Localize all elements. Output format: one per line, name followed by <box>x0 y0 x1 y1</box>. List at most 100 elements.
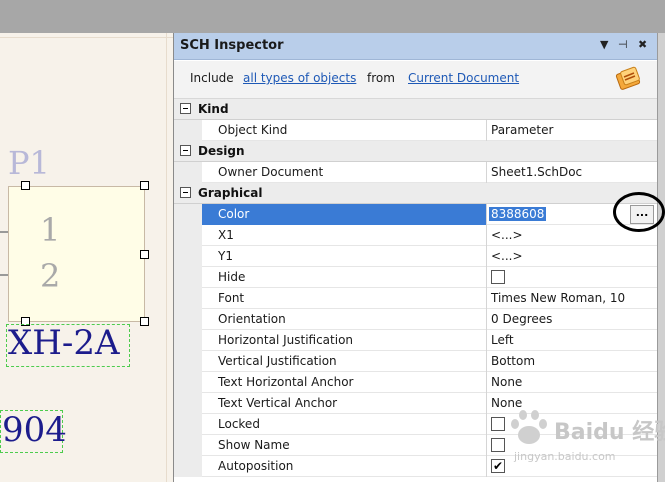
collapse-icon[interactable] <box>180 187 191 198</box>
collapse-icon[interactable] <box>180 103 191 114</box>
component-body[interactable] <box>8 186 145 322</box>
row-gutter <box>174 309 202 330</box>
property-name: Object Kind <box>218 123 288 137</box>
panel-menu-icon[interactable]: ▼ <box>600 38 608 51</box>
row-gutter <box>174 393 202 414</box>
property-name: Color <box>218 207 250 221</box>
property-name: Y1 <box>218 249 233 263</box>
property-row-orientation[interactable]: Orientation 0 Degrees <box>174 309 658 330</box>
collapse-icon[interactable] <box>180 145 191 156</box>
close-icon[interactable]: ✖ <box>638 38 647 51</box>
component-designator[interactable]: P1 <box>8 144 50 182</box>
pin-number: 1 <box>40 211 61 249</box>
annotation-circle <box>613 192 665 232</box>
selection-handle[interactable] <box>140 250 149 259</box>
column-divider <box>486 351 487 372</box>
paw-icon <box>511 410 547 444</box>
pin-stub <box>0 274 8 276</box>
property-row-vertical-justification[interactable]: Vertical Justification Bottom <box>174 351 658 372</box>
property-row-color[interactable]: Color 8388608 ... <box>174 204 658 225</box>
component-comment[interactable]: XH-2A <box>8 323 120 363</box>
property-name: Text Vertical Anchor <box>218 396 338 410</box>
grid-line <box>0 37 173 38</box>
property-value[interactable]: Times New Roman, 10 <box>491 291 625 305</box>
property-name: Orientation <box>218 312 286 326</box>
column-divider <box>486 246 487 267</box>
watermark: Baidu 经验 jingyan.baidu.com <box>506 408 665 468</box>
schematic-canvas[interactable]: P1 1 2 XH-2A 904 <box>0 33 173 482</box>
locked-checkbox[interactable] <box>491 417 505 431</box>
category-kind[interactable]: Kind <box>174 99 658 120</box>
property-row-font[interactable]: Font Times New Roman, 10 <box>174 288 658 309</box>
query-helper-icon[interactable] <box>615 65 643 93</box>
watermark-url: jingyan.baidu.com <box>514 450 616 463</box>
row-gutter <box>174 435 202 456</box>
row-gutter <box>174 162 202 183</box>
row-gutter <box>174 372 202 393</box>
property-name: Font <box>218 291 245 305</box>
selection-handle[interactable] <box>21 181 30 190</box>
column-divider <box>486 393 487 414</box>
show-name-checkbox[interactable] <box>491 438 505 452</box>
property-name: Vertical Justification <box>218 354 337 368</box>
watermark-text: Baidu 经验 <box>554 420 665 445</box>
from-label: from <box>367 71 395 85</box>
autoposition-checkbox[interactable]: ✔ <box>491 459 505 473</box>
row-gutter <box>174 204 202 225</box>
property-value[interactable]: 0 Degrees <box>491 312 552 326</box>
category-graphical[interactable]: Graphical <box>174 183 658 204</box>
footprint-text[interactable]: 904 <box>2 410 67 450</box>
property-row-hide[interactable]: Hide <box>174 267 658 288</box>
color-value-input[interactable]: 8388608 <box>489 207 547 221</box>
property-value[interactable]: Parameter <box>491 123 553 137</box>
pin-icon[interactable]: ⊣ <box>618 38 628 51</box>
object-types-link[interactable]: all types of objects <box>243 71 356 85</box>
column-divider <box>486 435 487 456</box>
property-value[interactable]: <...> <box>491 249 523 263</box>
property-name: Locked <box>218 417 260 431</box>
property-row-y1[interactable]: Y1 <...> <box>174 246 658 267</box>
row-gutter <box>174 120 202 141</box>
column-divider <box>486 204 487 225</box>
column-divider <box>486 309 487 330</box>
column-divider <box>486 120 487 141</box>
pin-number: 2 <box>40 257 61 295</box>
scope-link[interactable]: Current Document <box>408 71 519 85</box>
property-name: Text Horizontal Anchor <box>218 375 354 389</box>
row-gutter <box>174 456 202 477</box>
property-row-object-kind[interactable]: Object Kind Parameter <box>174 120 658 141</box>
property-value[interactable]: Sheet1.SchDoc <box>491 165 582 179</box>
property-value[interactable]: Left <box>491 333 514 347</box>
column-divider <box>486 225 487 246</box>
panel-title: SCH Inspector <box>180 38 284 53</box>
selection-handle[interactable] <box>140 317 149 326</box>
hide-checkbox[interactable] <box>491 270 505 284</box>
row-gutter <box>174 267 202 288</box>
column-divider <box>486 372 487 393</box>
category-design[interactable]: Design <box>174 141 658 162</box>
row-gutter <box>174 414 202 435</box>
column-divider <box>486 267 487 288</box>
row-gutter <box>174 246 202 267</box>
row-gutter <box>174 330 202 351</box>
property-value[interactable]: <...> <box>491 228 523 242</box>
property-name: Owner Document <box>218 165 324 179</box>
include-label: Include <box>190 71 234 85</box>
property-row-owner-document[interactable]: Owner Document Sheet1.SchDoc <box>174 162 658 183</box>
selection-handle[interactable] <box>140 181 149 190</box>
column-divider <box>486 288 487 309</box>
category-label: Kind <box>198 102 229 116</box>
property-value[interactable]: None <box>491 375 522 389</box>
property-row-text-horizontal-anchor[interactable]: Text Horizontal Anchor None <box>174 372 658 393</box>
column-divider <box>486 456 487 477</box>
property-name: Show Name <box>218 438 290 452</box>
property-value[interactable]: Bottom <box>491 354 535 368</box>
property-row-horizontal-justification[interactable]: Horizontal Justification Left <box>174 330 658 351</box>
property-row-x1[interactable]: X1 <...> <box>174 225 658 246</box>
category-label: Graphical <box>198 186 263 200</box>
column-divider <box>486 330 487 351</box>
row-gutter <box>174 288 202 309</box>
column-divider <box>486 414 487 435</box>
property-name: Hide <box>218 270 246 284</box>
row-gutter <box>174 351 202 372</box>
